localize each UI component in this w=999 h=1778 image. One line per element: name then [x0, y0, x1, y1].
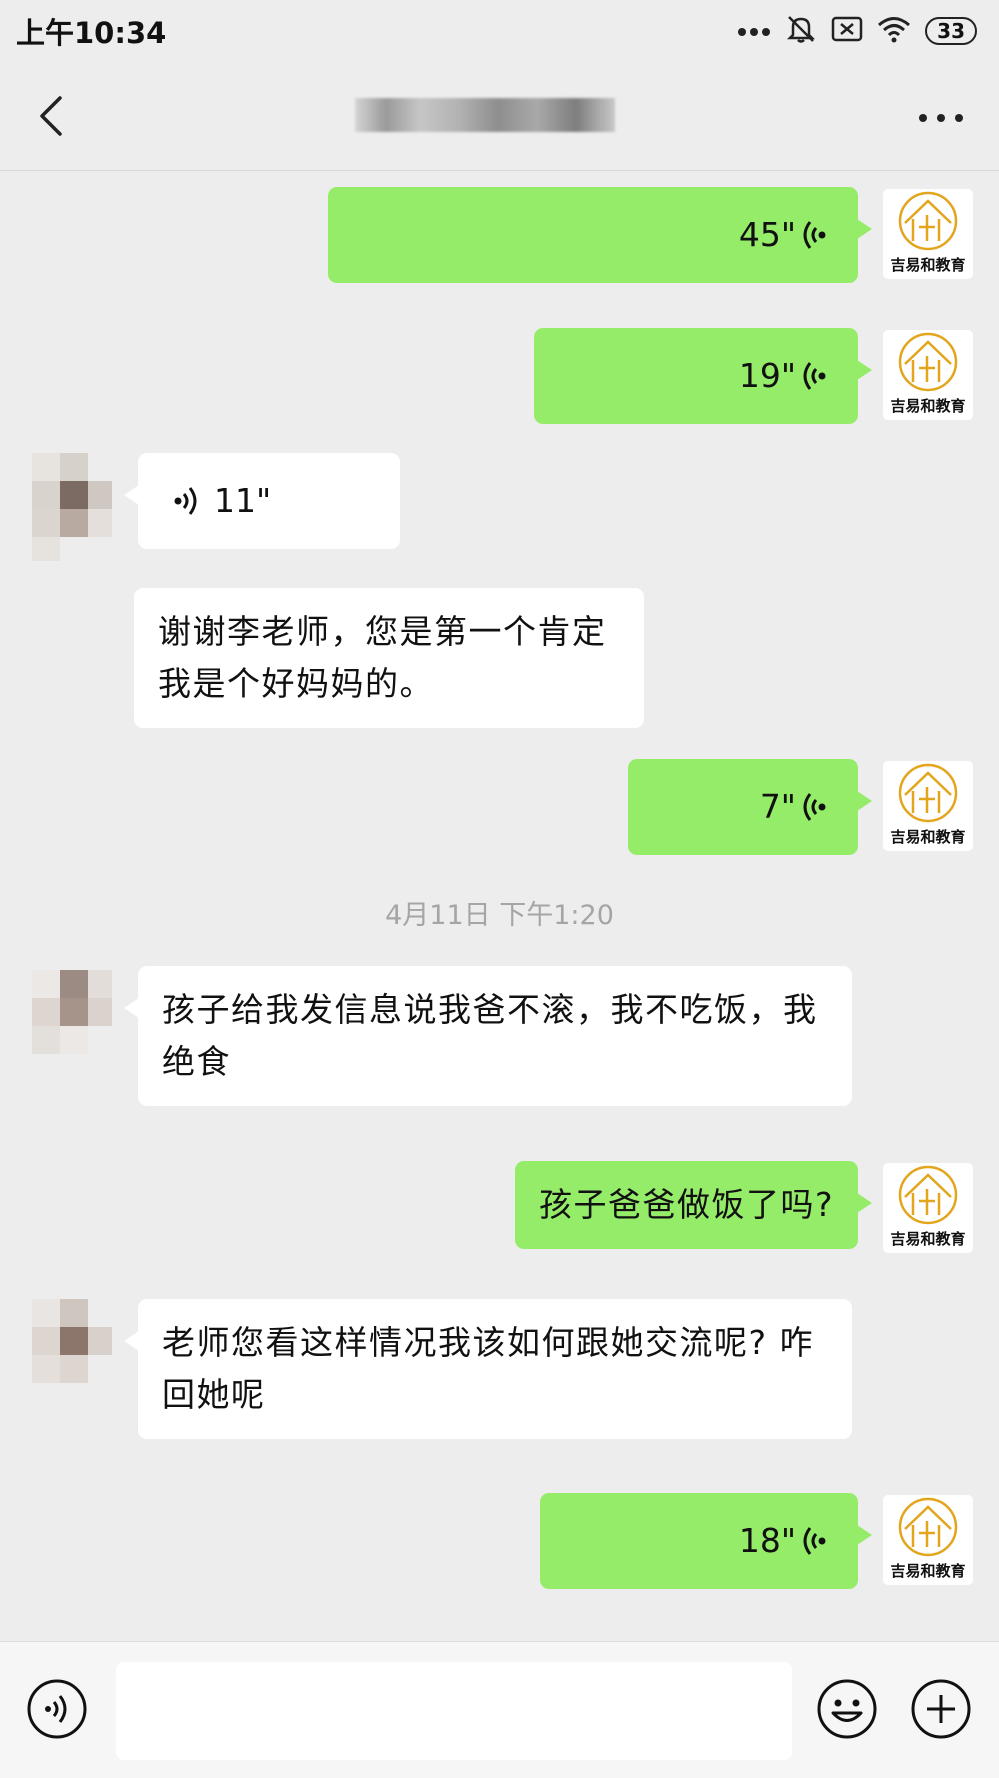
chat-title: [355, 98, 615, 132]
voice-message-bubble[interactable]: 19": [534, 328, 872, 424]
text-message-bubble[interactable]: 老师您看这样情况我该如何跟她交流呢? 咋回她呢: [124, 1299, 852, 1439]
voice-duration: 19": [738, 356, 796, 395]
message-timestamp: 4月11日 下午1:20: [385, 900, 614, 931]
voice-duration: 7": [759, 787, 796, 826]
input-bar: [0, 1641, 999, 1778]
brand-logo-icon: [898, 1165, 958, 1225]
message-input[interactable]: [116, 1662, 792, 1760]
text-message-bubble[interactable]: 孩子给我发信息说我爸不滚，我不吃饭，我绝食: [124, 966, 852, 1106]
more-dots-icon: [737, 22, 771, 41]
voice-duration: 45": [738, 215, 796, 254]
voice-message-bubble[interactable]: 18": [540, 1493, 872, 1589]
plus-circle-icon: [911, 1679, 971, 1739]
brand-name: 吉易和教育: [890, 1562, 966, 1580]
voice-wave-icon: [803, 221, 826, 249]
chat-header: [0, 62, 999, 171]
voice-wave-icon: [803, 362, 826, 390]
wifi-icon: [877, 15, 911, 47]
brand-name: 吉易和教育: [890, 397, 966, 415]
brand-logo-icon: [898, 1497, 958, 1557]
voice-duration: 18": [738, 1521, 796, 1560]
message-text: 孩子给我发信息说我爸不滚，我不吃饭，我绝食: [162, 990, 818, 1081]
voice-toggle-icon: [27, 1679, 87, 1739]
contact-avatar[interactable]: [22, 453, 118, 563]
text-message-bubble[interactable]: 孩子爸爸做饭了吗?: [514, 1161, 873, 1249]
text-message-bubble[interactable]: 谢谢李老师，您是第一个肯定我是个好妈妈的。: [134, 588, 644, 728]
my-avatar[interactable]: 吉易和教育: [883, 1163, 973, 1253]
voice-message-bubble[interactable]: 7": [628, 759, 872, 855]
my-avatar[interactable]: 吉易和教育: [883, 330, 973, 420]
message-text: 孩子爸爸做饭了吗?: [538, 1185, 834, 1224]
voice-wave-icon: [803, 1527, 826, 1555]
ellipsis-icon: [919, 114, 963, 122]
chat-message-list[interactable]: 45" 吉易和教育 19" 吉易和教育 11" 谢谢李老师，您是第一个肯定我是个…: [0, 171, 999, 1641]
voice-duration: 11": [214, 481, 272, 520]
voice-message-bubble[interactable]: 11": [124, 453, 400, 549]
brand-name: 吉易和教育: [890, 256, 966, 274]
brand-name: 吉易和教育: [890, 1230, 966, 1248]
status-time: 上午10:34: [16, 16, 167, 50]
status-bar: 上午10:34 33: [0, 0, 999, 62]
contact-avatar[interactable]: [22, 966, 118, 1076]
voice-wave-icon: [803, 793, 826, 821]
emoji-button[interactable]: [816, 1678, 878, 1740]
status-icons: 33: [737, 12, 977, 50]
chevron-left-icon: [40, 96, 62, 136]
more-options-button[interactable]: [913, 92, 969, 144]
mute-bell-icon: [785, 13, 817, 49]
more-functions-button[interactable]: [910, 1678, 972, 1740]
message-text: 老师您看这样情况我该如何跟她交流呢? 咋回她呢: [162, 1323, 815, 1414]
voice-wave-icon: [174, 487, 197, 515]
smiley-icon: [817, 1679, 877, 1739]
my-avatar[interactable]: 吉易和教育: [883, 189, 973, 279]
sim-off-icon: [831, 15, 863, 47]
my-avatar[interactable]: 吉易和教育: [883, 761, 973, 851]
brand-logo-icon: [898, 191, 958, 251]
brand-logo-icon: [898, 763, 958, 823]
contact-avatar[interactable]: [22, 1299, 118, 1409]
voice-message-bubble[interactable]: 45": [328, 187, 872, 283]
brand-name: 吉易和教育: [890, 828, 966, 846]
back-button[interactable]: [30, 90, 82, 142]
brand-logo-icon: [898, 332, 958, 392]
message-text: 谢谢李老师，您是第一个肯定我是个好妈妈的。: [158, 612, 607, 703]
battery-indicator: 33: [925, 17, 977, 45]
my-avatar[interactable]: 吉易和教育: [883, 1495, 973, 1585]
voice-input-button[interactable]: [26, 1678, 88, 1740]
